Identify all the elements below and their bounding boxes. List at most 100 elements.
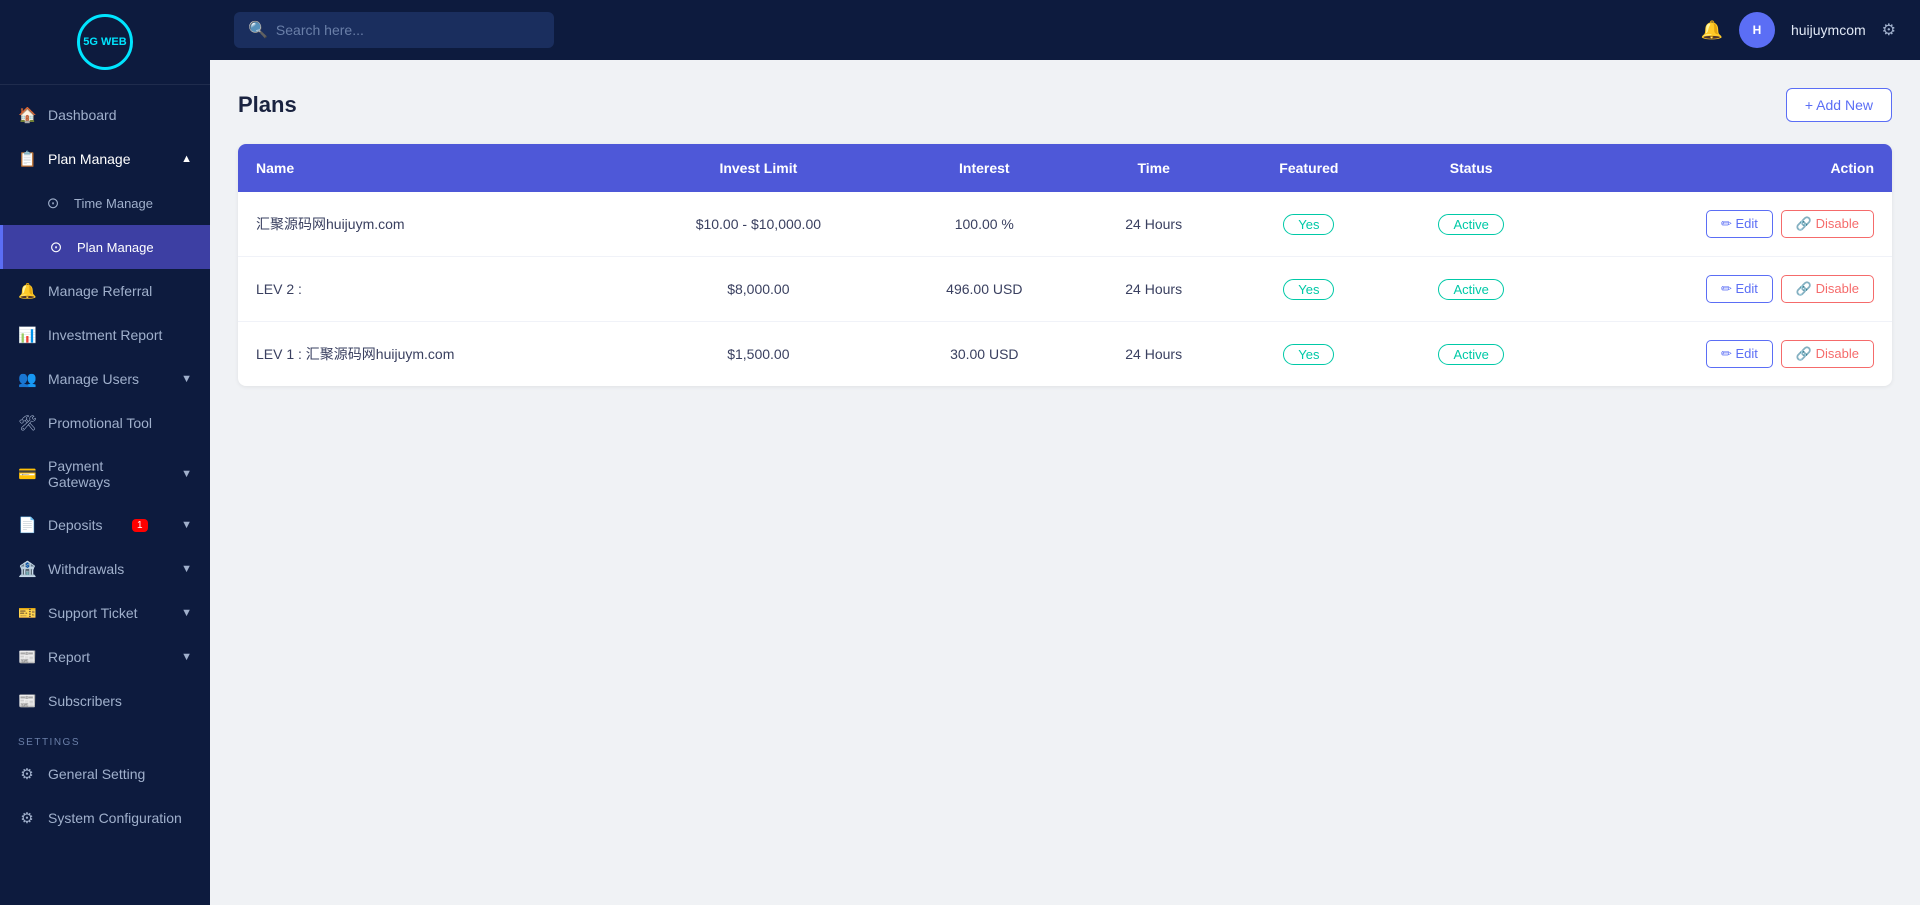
featured-badge: Yes xyxy=(1283,214,1334,235)
disable-button[interactable]: 🔗 Disable xyxy=(1781,275,1874,303)
sidebar-item-dashboard[interactable]: 🏠 Dashboard xyxy=(0,93,210,137)
sidebar-item-label: Manage Referral xyxy=(48,283,152,299)
sidebar-item-label: Investment Report xyxy=(48,327,162,343)
search-box[interactable]: 🔍 xyxy=(234,12,554,48)
sidebar-item-deposits[interactable]: 📄 Deposits 1 ▼ xyxy=(0,503,210,547)
table-row: LEV 1 : 汇聚源码网huijuym.com $1,500.00 30.00… xyxy=(238,322,1892,387)
sidebar-item-label: Support Ticket xyxy=(48,605,138,621)
col-name: Name xyxy=(238,144,625,192)
topbar-right: 🔔 H huijuymcom ⚙ xyxy=(1701,12,1896,48)
sidebar-item-manage-referral[interactable]: 🔔 Manage Referral xyxy=(0,269,210,313)
status-badge: Active xyxy=(1438,344,1503,365)
sidebar-nav: 🏠 Dashboard 📋 Plan Manage ▲ ⊙ Time Manag… xyxy=(0,85,210,905)
notification-icon[interactable]: 🔔 xyxy=(1701,20,1723,41)
disable-button[interactable]: 🔗 Disable xyxy=(1781,340,1874,368)
cell-interest: 100.00 % xyxy=(892,192,1077,257)
settings-section-label: SETTINGS xyxy=(0,723,210,752)
cell-status: Active xyxy=(1387,257,1554,322)
sidebar-item-label: General Setting xyxy=(48,766,145,782)
avatar[interactable]: H xyxy=(1739,12,1775,48)
report2-icon: 📰 xyxy=(18,648,36,666)
page-header: Plans + Add New xyxy=(238,88,1892,122)
subscribers-icon: 📰 xyxy=(18,692,36,710)
col-status: Status xyxy=(1387,144,1554,192)
col-action: Action xyxy=(1555,144,1892,192)
cell-featured: Yes xyxy=(1230,192,1387,257)
sidebar-item-label: Manage Users xyxy=(48,371,139,387)
ticket-icon: 🎫 xyxy=(18,604,36,622)
chevron-down-icon: ▼ xyxy=(181,563,192,575)
users-icon: 👥 xyxy=(18,370,36,388)
table-body: 汇聚源码网huijuym.com $10.00 - $10,000.00 100… xyxy=(238,192,1892,386)
plan-icon: 📋 xyxy=(18,150,36,168)
cell-time: 24 Hours xyxy=(1077,257,1230,322)
sidebar-item-plan-manage[interactable]: 📋 Plan Manage ▲ xyxy=(0,137,210,181)
cell-action: ✏ Edit 🔗 Disable xyxy=(1555,257,1892,322)
sidebar-item-label: Subscribers xyxy=(48,693,122,709)
featured-badge: Yes xyxy=(1283,344,1334,365)
sidebar-item-label: Report xyxy=(48,649,90,665)
add-new-button[interactable]: + Add New xyxy=(1786,88,1892,122)
sidebar-item-plan-manage-sub[interactable]: ⊙ Plan Manage xyxy=(0,225,210,269)
status-badge: Active xyxy=(1438,279,1503,300)
chevron-down-icon: ▼ xyxy=(181,519,192,531)
sidebar-item-label: Plan Manage xyxy=(48,151,131,167)
report-icon: 📊 xyxy=(18,326,36,344)
sidebar-item-label: Promotional Tool xyxy=(48,415,152,431)
cell-invest-limit: $10.00 - $10,000.00 xyxy=(625,192,891,257)
main-wrapper: 🔍 🔔 H huijuymcom ⚙ Plans + Add New Name … xyxy=(210,0,1920,905)
disable-button[interactable]: 🔗 Disable xyxy=(1781,210,1874,238)
sidebar-item-label: Payment Gateways xyxy=(48,458,169,490)
page-title: Plans xyxy=(238,92,297,118)
sidebar-item-manage-users[interactable]: 👥 Manage Users ▼ xyxy=(0,357,210,401)
promo-icon: 🛠 xyxy=(18,414,36,432)
sidebar-item-system-configuration[interactable]: ⚙ System Configuration xyxy=(0,796,210,840)
username-label: huijuymcom xyxy=(1791,22,1866,38)
sidebar-item-label: Deposits xyxy=(48,517,102,533)
sidebar-item-time-manage[interactable]: ⊙ Time Manage xyxy=(0,181,210,225)
cell-featured: Yes xyxy=(1230,257,1387,322)
gear-icon: ⚙ xyxy=(18,765,36,783)
sidebar-item-general-setting[interactable]: ⚙ General Setting xyxy=(0,752,210,796)
cell-name: LEV 2 : xyxy=(238,257,625,322)
search-input[interactable] xyxy=(276,22,540,38)
chevron-up-icon: ▲ xyxy=(181,153,192,165)
referral-icon: 🔔 xyxy=(18,282,36,300)
edit-button[interactable]: ✏ Edit xyxy=(1706,340,1773,368)
chevron-down-icon: ▼ xyxy=(181,651,192,663)
sidebar-item-investment-report[interactable]: 📊 Investment Report xyxy=(0,313,210,357)
cell-time: 24 Hours xyxy=(1077,192,1230,257)
cell-status: Active xyxy=(1387,192,1554,257)
sidebar-item-withdrawals[interactable]: 🏦 Withdrawals ▼ xyxy=(0,547,210,591)
sidebar-item-label: System Configuration xyxy=(48,810,182,826)
time-icon: ⊙ xyxy=(44,194,62,212)
edit-button[interactable]: ✏ Edit xyxy=(1706,210,1773,238)
deposits-icon: 📄 xyxy=(18,516,36,534)
sidebar-item-payment-gateways[interactable]: 💳 Payment Gateways ▼ xyxy=(0,445,210,503)
sidebar-item-promotional-tool[interactable]: 🛠 Promotional Tool xyxy=(0,401,210,445)
payment-icon: 💳 xyxy=(18,465,36,483)
cell-interest: 496.00 USD xyxy=(892,257,1077,322)
sidebar-item-report[interactable]: 📰 Report ▼ xyxy=(0,635,210,679)
cell-invest-limit: $1,500.00 xyxy=(625,322,891,387)
table-row: 汇聚源码网huijuym.com $10.00 - $10,000.00 100… xyxy=(238,192,1892,257)
edit-button[interactable]: ✏ Edit xyxy=(1706,275,1773,303)
col-time: Time xyxy=(1077,144,1230,192)
topbar: 🔍 🔔 H huijuymcom ⚙ xyxy=(210,0,1920,60)
cell-action: ✏ Edit 🔗 Disable xyxy=(1555,192,1892,257)
sidebar: 5G WEB 🏠 Dashboard 📋 Plan Manage ▲ ⊙ Tim… xyxy=(0,0,210,905)
sidebar-item-label: Time Manage xyxy=(74,196,153,211)
chevron-down-icon: ▼ xyxy=(181,373,192,385)
topbar-settings-icon[interactable]: ⚙ xyxy=(1882,20,1896,40)
sidebar-item-label: Plan Manage xyxy=(77,240,154,255)
gear2-icon: ⚙ xyxy=(18,809,36,827)
search-icon: 🔍 xyxy=(248,20,268,40)
deposits-badge: 1 xyxy=(132,519,148,532)
cell-action: ✏ Edit 🔗 Disable xyxy=(1555,322,1892,387)
sidebar-item-subscribers[interactable]: 📰 Subscribers xyxy=(0,679,210,723)
col-featured: Featured xyxy=(1230,144,1387,192)
sidebar-item-label: Dashboard xyxy=(48,107,117,123)
sidebar-item-support-ticket[interactable]: 🎫 Support Ticket ▼ xyxy=(0,591,210,635)
cell-time: 24 Hours xyxy=(1077,322,1230,387)
cell-invest-limit: $8,000.00 xyxy=(625,257,891,322)
